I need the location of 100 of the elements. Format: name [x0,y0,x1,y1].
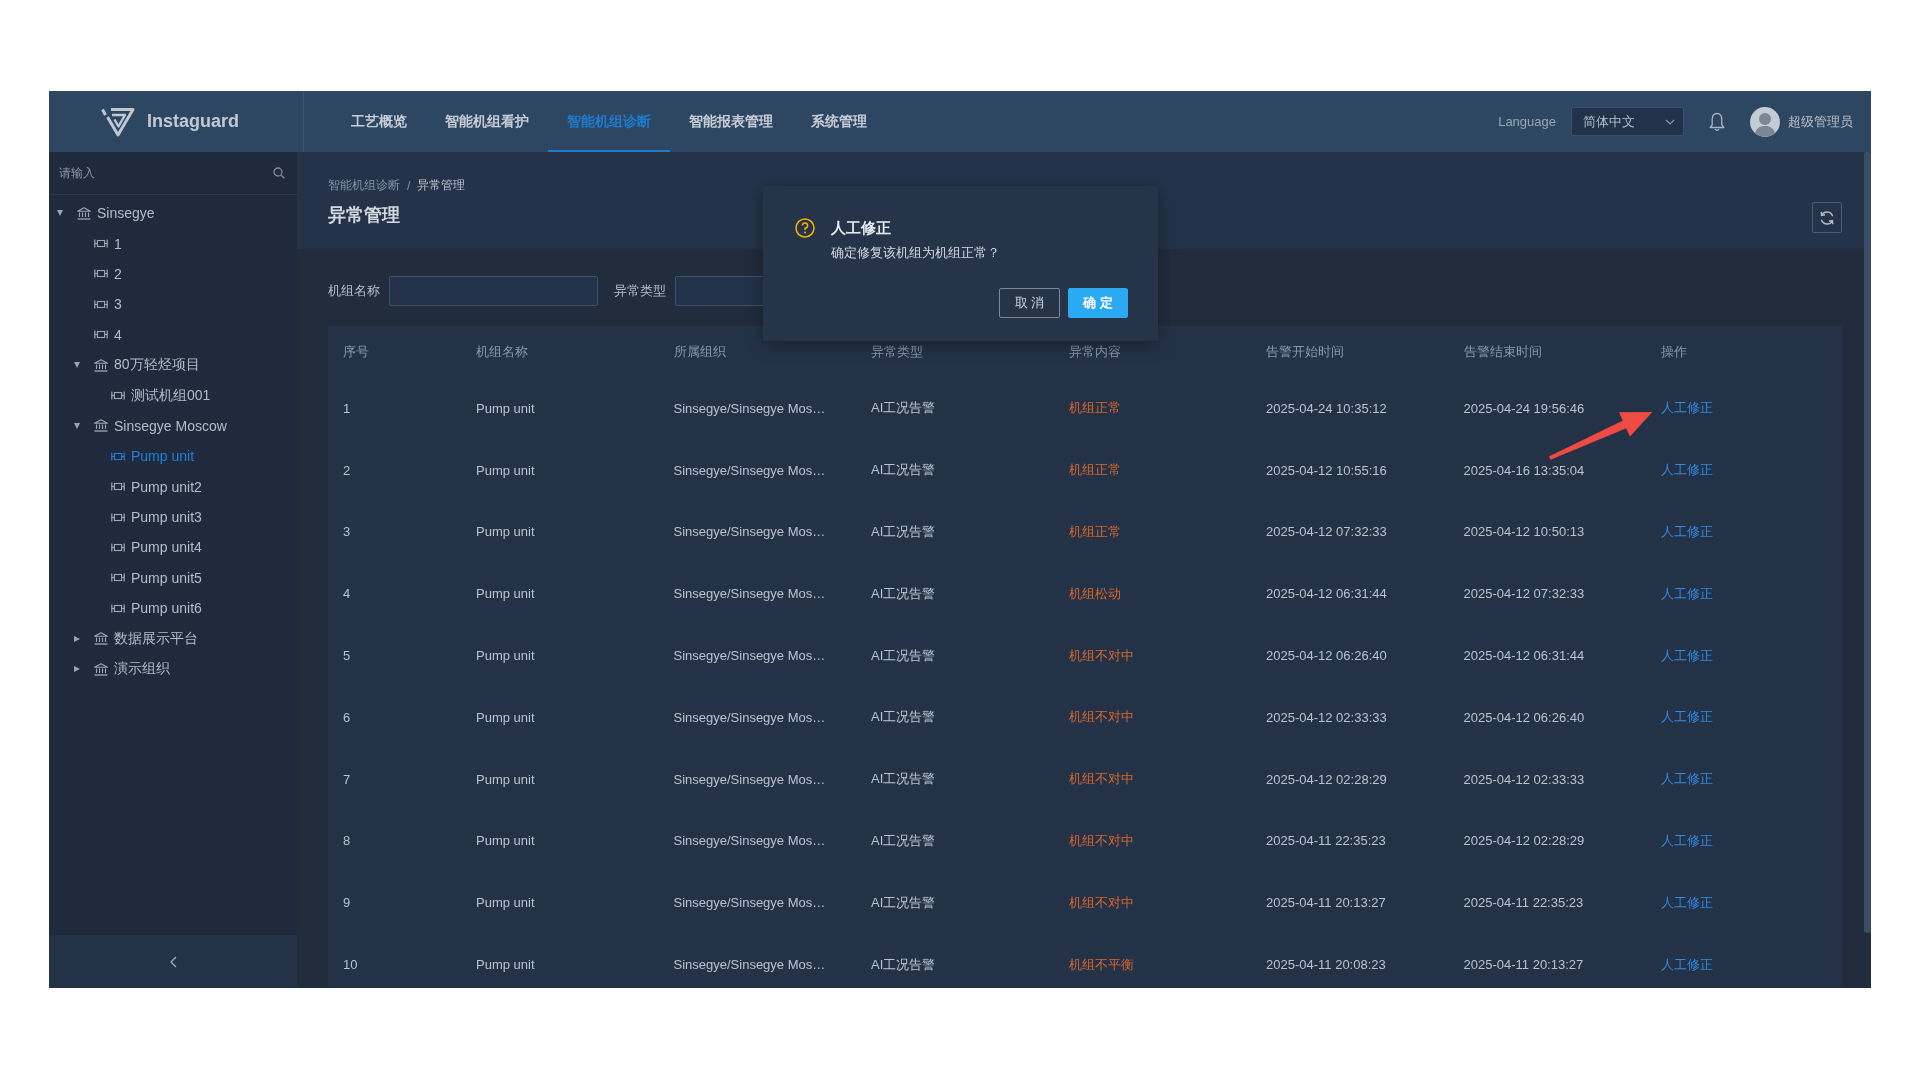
table-cell: Sinsegye/Sinsegye Mos… [673,586,826,602]
dialog-message: 确定修复该机组为机组正常？ [831,244,1001,262]
table-cell: 机组不对中 [1068,647,1134,663]
tree-item[interactable]: Pump unit4 [111,539,202,556]
caret-icon[interactable] [74,666,80,673]
table-cell: 2025-04-24 19:56:46 [1463,400,1585,416]
scrollbar-thumb[interactable] [1864,152,1871,933]
table-cell: 3 [343,524,351,540]
tree-item[interactable]: Pump unit3 [111,509,202,526]
device-icon [111,512,125,522]
device-icon [94,330,108,340]
avatar-icon[interactable] [1750,106,1780,137]
table-cell: 2025-04-12 02:33:33 [1463,771,1585,787]
table-cell: 2025-04-12 02:28:29 [1463,833,1585,849]
table-cell: 机组不对中 [1068,832,1134,848]
tree-item[interactable]: 2 [94,265,122,282]
caret-icon[interactable] [57,210,63,217]
table-cell: Pump unit [476,586,535,602]
table-cell: AI工况告警 [871,400,936,416]
table-cell: 机组不平衡 [1068,956,1134,972]
correction-link[interactable]: 人工修正 [1661,462,1713,478]
search-icon[interactable] [273,167,285,179]
cancel-button[interactable]: 取 消 [999,288,1060,318]
tree-item[interactable]: 3 [94,296,122,313]
tree-item[interactable]: Sinsegye Moscow [94,417,227,434]
tree-item[interactable]: Pump unit6 [111,600,202,617]
filter-label: 异常类型 [614,282,666,300]
device-icon [94,299,108,309]
correction-link[interactable]: 人工修正 [1661,956,1713,972]
table-cell: 2025-04-11 20:13:27 [1463,957,1584,973]
table-cell: Pump unit [476,771,535,787]
nav-tab[interactable]: 系统管理 [792,91,886,152]
table-cell: 10 [343,957,358,973]
table-cell: 9 [343,895,351,911]
table-cell: Sinsegye/Sinsegye Mos… [673,771,826,787]
tree-item[interactable]: Pump unit5 [111,569,202,586]
table-cell: 2025-04-12 02:28:29 [1266,771,1387,787]
correction-link[interactable]: 人工修正 [1661,771,1713,787]
table-cell: 2025-04-12 07:32:33 [1463,586,1585,602]
chevron-down-icon [1665,118,1675,125]
building-icon [77,206,91,220]
tree-item[interactable]: Pump unit [111,448,195,465]
building-icon [94,632,108,646]
correction-link[interactable]: 人工修正 [1661,524,1713,539]
table-cell: Sinsegye/Sinsegye Mos… [673,709,826,725]
search-field[interactable]: 请输入 [59,161,265,185]
correction-link[interactable]: 人工修正 [1661,400,1713,416]
column-header: 告警开始时间 [1266,344,1344,359]
column-header: 异常内容 [1068,344,1121,359]
user-name[interactable]: 超级管理员 [1788,112,1853,131]
tree-item[interactable]: 演示组织 [94,660,170,679]
tree-item[interactable]: Pump unit2 [111,478,202,495]
nav-tab[interactable]: 智能机组看护 [426,91,548,152]
column-header: 异常类型 [871,344,923,359]
table-cell: AI工况告警 [871,462,936,478]
table-cell: 2025-04-11 22:35:23 [1463,895,1584,911]
correction-link[interactable]: 人工修正 [1661,647,1713,663]
correction-link[interactable]: 人工修正 [1661,894,1713,910]
building-icon [94,358,108,372]
table-cell: AI工况告警 [871,894,936,910]
breadcrumb-separator: / [407,178,411,193]
question-icon [795,218,815,238]
device-icon [94,269,108,279]
tree-item[interactable]: 测试机组001 [111,386,211,405]
correction-link[interactable]: 人工修正 [1661,585,1713,601]
input-field[interactable] [389,276,598,306]
tree-item[interactable]: 1 [94,235,122,252]
device-icon [111,603,125,613]
table-cell: 机组不对中 [1068,771,1134,787]
tree-item[interactable]: 数据展示平台 [94,629,198,648]
nav-tab[interactable]: 工艺概览 [332,91,426,152]
brand-name: Instaguard [147,111,239,132]
tree-item[interactable]: 4 [94,326,122,343]
table-cell: Pump unit [476,957,535,973]
table-cell: 5 [343,648,351,664]
table-cell: 2025-04-12 07:32:33 [1266,524,1387,540]
language-select[interactable]: 简体中文 [1571,107,1684,136]
table-cell: Sinsegye/Sinsegye Mos… [673,524,826,540]
correction-link[interactable]: 人工修正 [1661,832,1713,848]
table-cell: 8 [343,833,351,849]
page-title: 异常管理 [328,204,401,227]
table-cell: 2025-04-16 13:35:04 [1463,462,1585,478]
breadcrumb-item[interactable]: 智能机组诊断 [328,177,400,194]
table-cell: 6 [343,709,351,725]
refresh-button[interactable] [1812,202,1842,233]
caret-icon[interactable] [74,635,80,642]
correction-link[interactable]: 人工修正 [1661,709,1713,725]
column-header: 机组名称 [476,344,528,359]
table-cell: Pump unit [476,524,535,540]
tree-item[interactable]: 80万轻烃项目 [94,356,200,375]
nav-tab[interactable]: 智能报表管理 [670,91,792,152]
table-cell: 2025-04-11 20:08:23 [1266,957,1386,973]
tree-item[interactable]: Sinsegye [77,205,155,222]
caret-icon[interactable] [74,362,80,369]
caret-icon[interactable] [74,422,80,429]
device-icon [111,451,125,461]
table-cell: Sinsegye/Sinsegye Mos… [673,462,826,478]
bell-icon[interactable] [1709,111,1725,132]
table-cell: 2025-04-11 20:13:27 [1266,895,1386,911]
chevron-left-icon [169,955,177,968]
